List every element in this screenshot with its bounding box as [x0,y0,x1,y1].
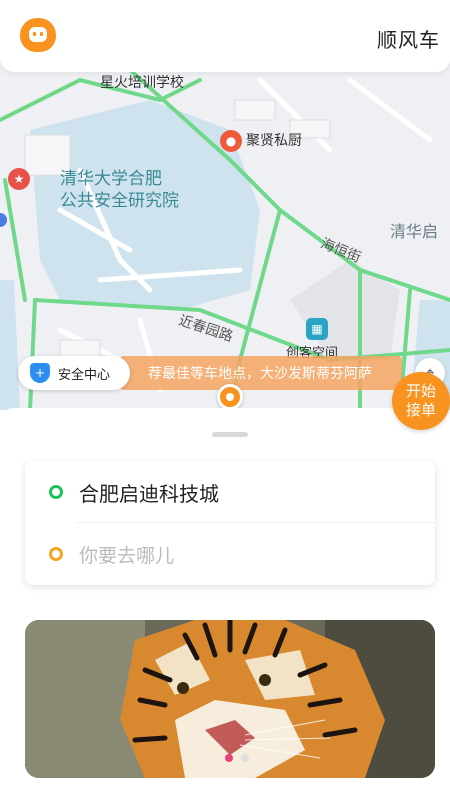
pickup-location-pin[interactable] [217,384,243,410]
destination-dot-icon [49,547,63,561]
avatar-icon[interactable] [20,18,56,52]
notice-marquee: 荐最佳等车地点，大沙发斯蒂芬阿萨 [120,356,402,390]
map-label-campus-line2: 公共安全研究院 [60,191,179,211]
shield-icon: + [30,363,50,383]
bottom-panel: 合肥启迪科技城 你要去哪儿 [0,408,450,800]
start-order-line2: 接单 [405,401,436,419]
map-label-school: 星火培训学校 [100,75,184,91]
avatar-face [29,27,47,42]
restaurant-icon: ● [220,130,242,152]
origin-row[interactable]: 合肥启迪科技城 [25,461,435,523]
destination-input[interactable]: 你要去哪儿 [25,523,435,585]
banner-pagination [225,754,249,762]
map-view[interactable]: 星火培训学校 ● 聚贤私厨 ★ 清华大学合肥 公共安全研究院 海恒街 清华启 近… [0,60,450,410]
map-label-campus-line1: 清华大学合肥 [60,169,162,189]
origin-dot-icon [49,485,63,499]
safety-center-label: 安全中心 [58,367,111,383]
map-label-qinghua: 清华启 [390,222,439,241]
notice-text: 荐最佳等车地点，大沙发斯蒂芬阿萨 [148,366,372,382]
promo-banner[interactable] [25,620,435,778]
banner-dot-2[interactable] [241,754,249,762]
safety-center-button[interactable]: + 安全中心 [18,356,130,390]
destination-placeholder: 你要去哪儿 [79,544,175,567]
origin-text: 合肥启迪科技城 [79,481,219,506]
start-order-line1: 开始 [405,382,436,400]
map-label-campus: 清华大学合肥 公共安全研究院 [60,168,179,212]
page-title: 顺风车 [377,28,440,52]
building-icon: ▦ [306,318,328,340]
star-pin-icon: ★ [8,168,30,190]
start-order-button[interactable]: 开始 接单 [392,372,450,430]
top-bar: 顺风车 [0,0,450,72]
drag-handle[interactable] [212,432,248,437]
route-card: 合肥启迪科技城 你要去哪儿 [25,461,435,585]
banner-dot-1[interactable] [225,754,233,762]
map-label-restaurant: 聚贤私厨 [246,133,302,149]
